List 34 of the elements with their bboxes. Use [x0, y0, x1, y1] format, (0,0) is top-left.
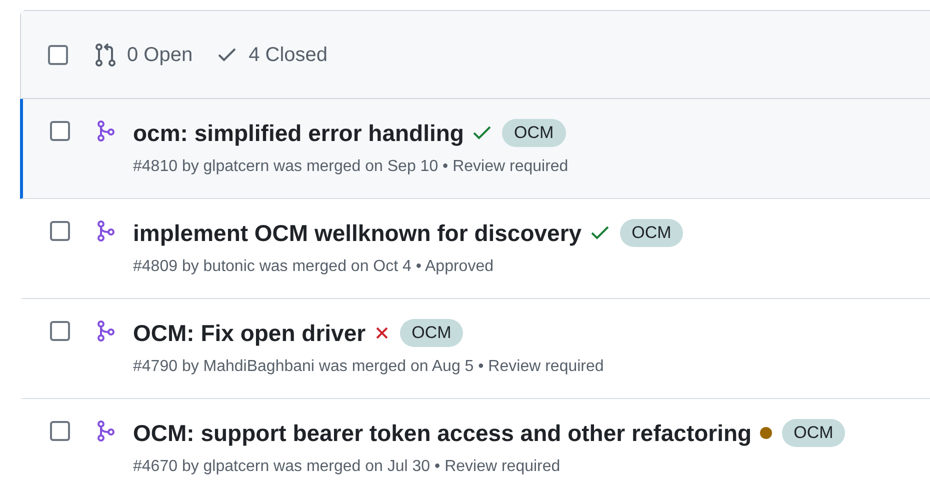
label-tag[interactable]: OCM [782, 419, 846, 447]
checkbox[interactable] [50, 221, 70, 241]
merged-icon [97, 420, 115, 442]
pull-request-title[interactable]: ocm: simplified error handling [133, 116, 464, 150]
closed-filter-link[interactable]: 4 Closed [216, 40, 328, 70]
open-filter-link[interactable]: 0 Open [95, 40, 193, 70]
pull-request-row[interactable]: implement OCM wellknown for discovery OCM #4809 by butonic was merged on Oct 4 • Approved [20, 199, 930, 299]
merged-icon [97, 320, 115, 342]
pull-request-meta: #4790 by MahdiBaghbani was merged on Aug 5 • Review required [133, 357, 604, 377]
merged-icon [97, 120, 115, 142]
checkbox[interactable] [50, 421, 70, 441]
pull-request-row[interactable]: OCM: Fix open driver OCM #4790 by MahdiBaghbani was merged on Aug 5 • Review required [20, 299, 930, 399]
pull-request-meta: #4809 by butonic was merged on Oct 4 • Approved [133, 257, 494, 277]
pull-request-icon [95, 42, 117, 66]
check-icon [590, 225, 610, 241]
pull-request-title[interactable]: implement OCM wellknown for discovery [133, 216, 582, 250]
pending-dot-icon [760, 427, 772, 439]
pull-request-meta: #4670 by glpatcern was merged on Jul 30 • Review required [133, 457, 562, 477]
merged-icon [97, 220, 115, 242]
open-count: 0 Open [127, 42, 193, 68]
check-icon [216, 46, 237, 62]
pull-request-title[interactable]: OCM: Fix open driver [133, 316, 366, 350]
closed-count: 4 Closed [248, 42, 328, 68]
check-icon [472, 125, 492, 141]
pull-request-meta: #4810 by glpatcern was merged on Sep 10 • Review required [133, 157, 568, 177]
pull-request-row[interactable]: ocm: simplified error handling OCM #4810 by glpatcern was merged on Sep 10 • Review required [20, 99, 930, 199]
label-tag[interactable]: OCM [502, 119, 566, 147]
checkbox[interactable] [48, 44, 68, 64]
pull-request-title[interactable]: OCM: support bearer token access and other refactoring [133, 416, 752, 450]
checkbox[interactable] [50, 321, 70, 341]
checkbox[interactable] [50, 121, 70, 141]
cross-icon [374, 325, 390, 341]
label-tag[interactable]: OCM [400, 319, 464, 347]
label-tag[interactable]: OCM [620, 219, 684, 247]
